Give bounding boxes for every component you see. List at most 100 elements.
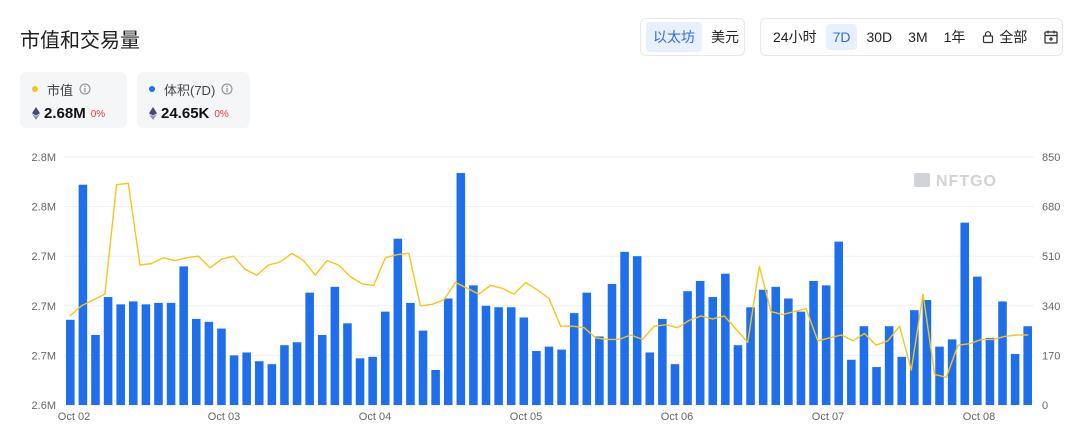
y-left-tick-label: 2.8M	[32, 152, 56, 164]
volume-bar	[582, 292, 592, 405]
volume-bar	[607, 283, 617, 405]
volume-bar	[380, 311, 390, 405]
y-right-tick-label: 0	[1042, 400, 1048, 412]
volume-bar	[695, 281, 705, 405]
range-option-7d[interactable]: 7D	[825, 24, 858, 50]
volume-bar	[393, 238, 403, 405]
volume-bar	[191, 318, 201, 405]
volume-bar	[733, 345, 743, 405]
volume-bar	[658, 318, 667, 405]
volume-bar	[1010, 353, 1020, 405]
market-cap-change: 0%	[90, 108, 106, 120]
currency-option-eth[interactable]: 以太坊	[646, 22, 702, 52]
volume-bar	[998, 301, 1007, 405]
volume-value: 24.65K	[161, 104, 210, 122]
volume-bar	[418, 330, 428, 405]
range-option-3m[interactable]: 3M	[901, 24, 934, 50]
y-left-tick-label: 2.6M	[32, 400, 56, 412]
volume-bar	[166, 302, 176, 405]
x-axis-ticks: Oct 02 Oct 03 Oct 04 Oct 05 Oct 06 Oct 07 Oct …	[58, 411, 995, 423]
volume-bar	[796, 311, 806, 405]
volume-bar	[821, 285, 831, 405]
y-right-tick-label: 510	[1042, 251, 1060, 263]
volume-bar	[595, 336, 604, 405]
volume-bar	[897, 356, 907, 405]
volume-bar	[141, 304, 151, 405]
volume-bar	[103, 297, 113, 405]
currency-option-usd[interactable]: 美元	[704, 22, 746, 52]
x-tick-label: Oct 06	[661, 411, 693, 423]
volume-bar	[242, 352, 251, 405]
volume-bar	[947, 339, 957, 405]
volume-bar	[506, 307, 516, 405]
info-icon[interactable]	[221, 83, 233, 95]
volume-bar	[910, 310, 919, 405]
info-icon[interactable]	[79, 83, 91, 95]
volume-bar	[368, 356, 377, 405]
nftgo-logo-icon	[914, 173, 930, 187]
left-axis-ticks: 2.6M 2.7M 2.7M 2.7M 2.8M 2.8M	[32, 152, 56, 412]
volume-bar	[834, 241, 844, 405]
y-right-tick-label: 170	[1042, 350, 1060, 362]
volume-bar	[204, 321, 214, 405]
x-tick-label: Oct 03	[208, 411, 240, 423]
volume-bar	[708, 297, 718, 405]
volume-bar	[1023, 326, 1032, 405]
volume-bar	[544, 346, 554, 405]
volume-bar	[91, 334, 100, 405]
y-right-tick-label: 680	[1042, 202, 1060, 214]
volume-bar	[532, 351, 541, 405]
volume-bar	[66, 319, 75, 405]
volume-bar	[343, 323, 352, 405]
lock-icon	[983, 31, 994, 44]
nftgo-watermark: NFTGO	[914, 173, 997, 190]
watermark-text: NFTGO	[936, 173, 997, 190]
range-option-1y[interactable]: 1年	[937, 22, 973, 52]
volume-bar	[292, 342, 302, 405]
volume-bar	[267, 364, 277, 405]
volume-bar	[217, 328, 226, 405]
volume-bar	[280, 345, 289, 405]
range-option-all[interactable]: 全部	[974, 22, 1034, 52]
volume-bar	[317, 334, 327, 405]
volume-bar	[406, 302, 415, 405]
volume-bars	[66, 173, 1032, 405]
volume-bar	[154, 302, 163, 405]
volume-bar	[116, 304, 125, 405]
volume-bar	[355, 358, 365, 405]
volume-bar	[847, 359, 856, 405]
calendar-icon	[1044, 30, 1059, 44]
volume-bar	[771, 286, 781, 405]
volume-bar	[620, 251, 629, 405]
time-range-toggle: 24小时 7D 30D 3M 1年 全部	[760, 18, 1063, 56]
volume-bar	[859, 326, 869, 405]
y-right-tick-label: 850	[1042, 152, 1060, 164]
calendar-button[interactable]	[1036, 24, 1066, 50]
volume-bar	[519, 317, 529, 405]
x-tick-label: Oct 04	[359, 411, 391, 423]
volume-bar	[456, 173, 466, 405]
volume-label: 体积(7D)	[164, 82, 216, 98]
y-left-tick-label: 2.8M	[32, 202, 56, 214]
x-tick-label: Oct 07	[812, 411, 844, 423]
volume-bar	[670, 364, 680, 405]
volume-legend-dot	[149, 86, 155, 92]
volume-bar	[872, 367, 881, 405]
market-cap-label: 市值	[47, 82, 74, 98]
volume-bar	[494, 307, 503, 405]
range-option-24h[interactable]: 24小时	[766, 22, 824, 52]
volume-stat: 体积(7D) 24.65K 0%	[137, 72, 250, 128]
volume-bar	[683, 291, 692, 405]
x-tick-label: Oct 05	[510, 411, 542, 423]
volume-change: 0%	[214, 108, 229, 120]
range-option-30d[interactable]: 30D	[859, 24, 899, 50]
eth-icon	[149, 106, 157, 120]
eth-icon	[32, 106, 40, 120]
y-left-tick-label: 2.7M	[32, 350, 56, 362]
right-axis-ticks: 0 170 340 510 680 850	[1042, 152, 1060, 412]
volume-bar	[960, 222, 969, 405]
market-cap-stat: 市值 2.68M 0%	[20, 72, 127, 128]
volume-bar	[330, 286, 340, 405]
volume-bar	[632, 256, 642, 405]
volume-bar	[884, 326, 894, 405]
